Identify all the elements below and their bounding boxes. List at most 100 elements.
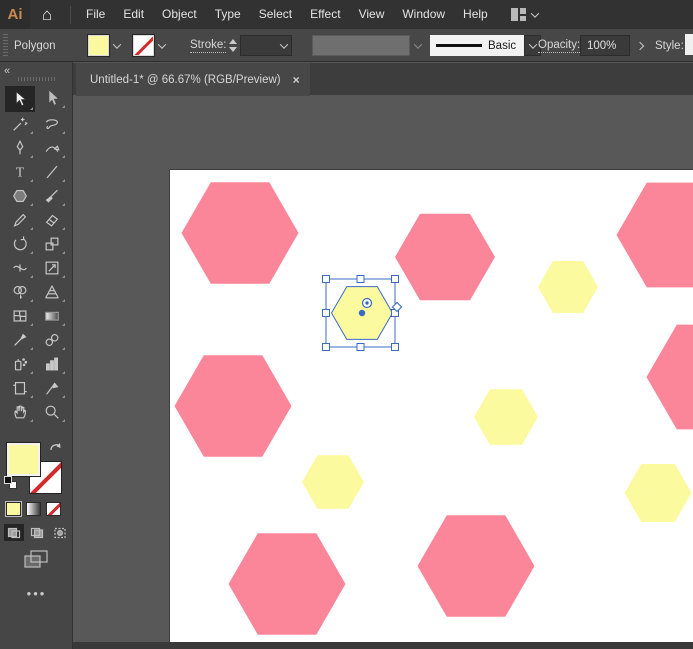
menu-type[interactable]: Type [206, 0, 250, 29]
tool-mesh[interactable] [5, 304, 35, 328]
color-button[interactable] [6, 502, 21, 516]
gradient-button[interactable] [26, 502, 41, 516]
artboard-svg[interactable] [170, 170, 693, 642]
swap-fill-stroke-icon[interactable] [48, 440, 64, 454]
selection-handle[interactable] [323, 344, 330, 351]
tool-type[interactable]: T [5, 160, 35, 184]
toolbar-collapse-button[interactable]: « [4, 65, 9, 77]
stroke-weight-combo[interactable] [240, 35, 292, 56]
close-icon[interactable]: × [293, 73, 300, 87]
menu-effect[interactable]: Effect [301, 0, 349, 29]
tool-lasso[interactable] [37, 112, 67, 136]
selection-handle[interactable] [323, 276, 330, 283]
tool-free-transform[interactable] [37, 256, 67, 280]
menu-help[interactable]: Help [454, 0, 497, 29]
tool-pen[interactable] [5, 136, 35, 160]
step-up-icon[interactable] [229, 39, 237, 44]
hexagon-shape[interactable] [395, 214, 495, 301]
fill-dropdown-button[interactable] [109, 35, 125, 56]
hexagon-shape[interactable] [474, 389, 538, 444]
draw-normal-button[interactable] [4, 524, 24, 541]
tool-eraser[interactable] [37, 208, 67, 232]
stroke-weight-stepper[interactable] [229, 39, 237, 52]
hexagon-shape[interactable] [418, 515, 535, 616]
menu-view[interactable]: View [350, 0, 394, 29]
tool-column-graph[interactable] [37, 352, 67, 376]
opacity-label[interactable]: Opacity: [538, 39, 580, 53]
artboard[interactable] [170, 170, 693, 642]
menu-window[interactable]: Window [393, 0, 454, 29]
hexagon-shape[interactable] [617, 183, 693, 288]
hexagon-shape[interactable] [229, 533, 346, 634]
step-down-icon[interactable] [229, 47, 237, 52]
tool-width[interactable] [5, 256, 35, 280]
opacity-input[interactable]: 100% [580, 35, 630, 56]
none-button[interactable] [46, 502, 61, 516]
selection-handle[interactable] [357, 276, 364, 283]
hexagon-shape[interactable] [182, 182, 299, 283]
hexagon-shape[interactable] [625, 464, 692, 522]
tool-rotate[interactable] [5, 232, 35, 256]
workspace-switcher[interactable] [511, 8, 538, 21]
tool-direct-selection[interactable] [37, 86, 67, 110]
hexagon-shape[interactable] [302, 455, 364, 509]
tool-artboard[interactable] [5, 376, 35, 400]
menu-object[interactable]: Object [153, 0, 206, 29]
draw-behind-button[interactable] [27, 524, 47, 541]
default-colors-icon[interactable] [4, 476, 17, 489]
stroke-weight-group: Stroke: [190, 29, 292, 62]
hexagon-shape[interactable] [647, 325, 693, 430]
style-dropdown-stub[interactable] [685, 34, 693, 55]
selection-handle[interactable] [357, 344, 364, 351]
fill-color-swatch[interactable] [88, 35, 109, 56]
tool-magic-wand[interactable] [5, 112, 35, 136]
tool-polygon-shape[interactable] [5, 184, 35, 208]
opacity-expand-button[interactable] [637, 29, 643, 62]
brush-dropdown-button[interactable] [410, 35, 426, 56]
menu-select[interactable]: Select [250, 0, 301, 29]
toolbar-grip[interactable] [18, 77, 56, 81]
tool-perspective-grid[interactable] [37, 280, 67, 304]
tool-eyedropper[interactable] [5, 328, 35, 352]
width-profile-combo[interactable]: Basic [430, 35, 524, 56]
edit-toolbar-button[interactable]: ••• [0, 586, 73, 601]
selection-center-point[interactable] [359, 310, 365, 316]
selection-handle[interactable] [323, 310, 330, 317]
document-tab[interactable]: Untitled-1* @ 66.67% (RGB/Preview) × [76, 63, 310, 96]
stroke-dropdown-button[interactable] [154, 35, 170, 56]
selection-handle[interactable] [392, 344, 399, 351]
tool-scale[interactable] [37, 232, 67, 256]
menubar: Ai ⌂ FileEditObjectTypeSelectEffectViewW… [0, 0, 693, 29]
menu-edit[interactable]: Edit [114, 0, 153, 29]
stroke-color-control[interactable] [133, 29, 170, 62]
tool-shape-builder[interactable] [5, 280, 35, 304]
app-logo-icon[interactable]: Ai [0, 0, 30, 29]
tool-zoom[interactable] [37, 400, 67, 424]
fill-color-indicator[interactable] [7, 443, 40, 476]
tool-line-segment[interactable] [37, 160, 67, 184]
hexagon-shape[interactable] [175, 355, 292, 456]
tool-blend[interactable] [37, 328, 67, 352]
hexagon-shape[interactable] [538, 261, 598, 313]
menu-file[interactable]: File [77, 0, 114, 29]
tool-selection[interactable] [5, 86, 35, 112]
tool-curvature[interactable] [37, 136, 67, 160]
fill-color-control[interactable] [88, 29, 125, 62]
tool-paintbrush[interactable] [37, 184, 67, 208]
home-icon[interactable]: ⌂ [30, 0, 64, 29]
draw-inside-button[interactable] [50, 524, 70, 541]
change-screen-mode-button[interactable] [22, 548, 50, 570]
paintbrush-icon [43, 187, 61, 205]
brush-preview-box[interactable] [312, 35, 410, 56]
tool-hand[interactable] [5, 400, 35, 424]
canvas-viewport[interactable] [73, 95, 693, 649]
stroke-label[interactable]: Stroke: [190, 39, 226, 53]
scrollbar-strip[interactable] [73, 642, 693, 649]
tool-slice[interactable] [37, 376, 67, 400]
tool-shaper[interactable] [5, 208, 35, 232]
options-bar-grip[interactable] [3, 34, 8, 57]
tool-symbol-sprayer[interactable] [5, 352, 35, 376]
tool-gradient[interactable] [37, 304, 67, 328]
stroke-none-swatch[interactable] [133, 35, 154, 56]
selection-handle[interactable] [392, 276, 399, 283]
